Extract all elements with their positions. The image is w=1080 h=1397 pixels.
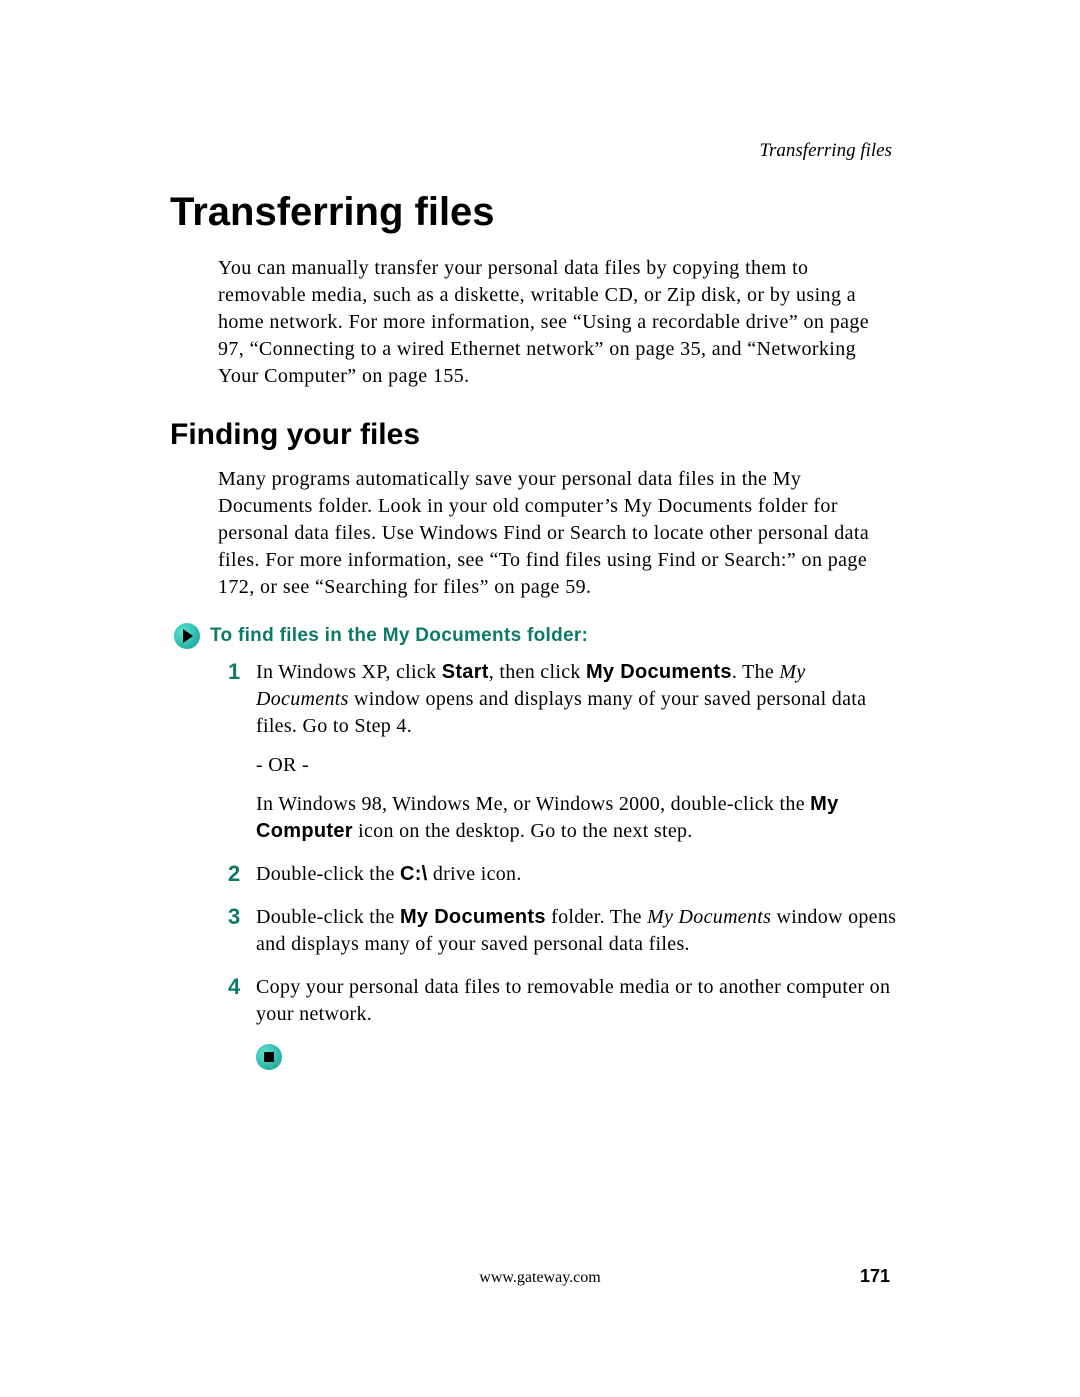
step-body: Double-click the My Documents folder. Th… (256, 904, 900, 958)
bold: Start (442, 661, 489, 683)
step-3: 3 Double-click the My Documents folder. … (228, 904, 900, 958)
step-body: In Windows XP, click Start, then click M… (256, 659, 900, 845)
text: Copy your personal data files to removab… (256, 976, 890, 1025)
procedure-title: To find files in the My Documents folder… (210, 625, 588, 647)
step-body: Copy your personal data files to removab… (256, 974, 900, 1028)
step-number: 4 (228, 974, 256, 1028)
heading-2: Finding your files (170, 418, 900, 452)
text: Double-click the (256, 906, 400, 928)
page: Transferring files Transferring files Yo… (0, 0, 1080, 1397)
procedure-header: To find files in the My Documents folder… (174, 623, 900, 649)
text: , then click (489, 661, 586, 683)
end-of-procedure (256, 1044, 900, 1070)
or-separator: - OR - (256, 752, 900, 779)
step-4: 4 Copy your personal data files to remov… (228, 974, 900, 1028)
step-1: 1 In Windows XP, click Start, then click… (228, 659, 900, 845)
footer-url: www.gateway.com (0, 1269, 1080, 1287)
step-2: 2 Double-click the C:\ drive icon. (228, 861, 900, 888)
running-header: Transferring files (760, 140, 893, 162)
page-number: 171 (860, 1266, 890, 1287)
bold: My Documents (586, 661, 732, 683)
play-icon (174, 623, 200, 649)
heading-1: Transferring files (170, 190, 900, 235)
step-list: 1 In Windows XP, click Start, then click… (228, 659, 900, 1028)
text: In Windows 98, Windows Me, or Windows 20… (256, 793, 810, 815)
finding-paragraph: Many programs automatically save your pe… (218, 466, 900, 601)
step-number: 1 (228, 659, 256, 845)
text: Double-click the (256, 863, 400, 885)
text: . The (732, 661, 780, 683)
square-icon (264, 1052, 274, 1062)
body-block-2: Many programs automatically save your pe… (218, 466, 900, 601)
triangle-icon (183, 629, 193, 643)
step-number: 3 (228, 904, 256, 958)
stop-icon (256, 1044, 282, 1070)
italic: My Documents (647, 906, 771, 928)
text: folder. The (546, 906, 647, 928)
step-body: Double-click the C:\ drive icon. (256, 861, 522, 888)
intro-paragraph: You can manually transfer your personal … (218, 255, 900, 390)
body-block: You can manually transfer your personal … (218, 255, 900, 390)
text: icon on the desktop. Go to the next step… (353, 820, 693, 842)
text: drive icon. (428, 863, 522, 885)
text: In Windows XP, click (256, 661, 442, 683)
bold: C:\ (400, 863, 428, 885)
bold: My Documents (400, 906, 546, 928)
step-number: 2 (228, 861, 256, 888)
